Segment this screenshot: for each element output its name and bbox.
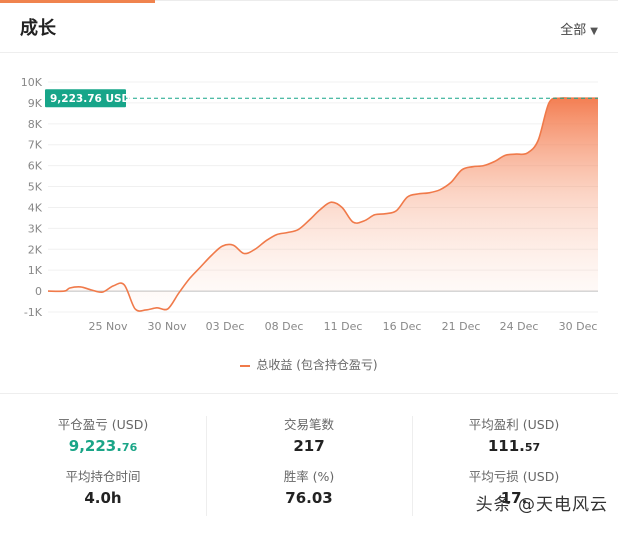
x-tick-label: 30 Nov	[148, 320, 187, 333]
card-header: 成长 全部 ▼	[0, 0, 618, 53]
x-tick-label: 21 Dec	[442, 320, 481, 333]
legend-label: 总收益 (包含持仓盈亏)	[256, 358, 378, 372]
stat-value: 76.03	[285, 489, 333, 507]
stats-separator	[412, 416, 413, 516]
y-tick-label: 1K	[28, 264, 43, 277]
x-tick-label: 16 Dec	[383, 320, 422, 333]
y-tick-label: 5K	[28, 181, 43, 194]
x-tick-label: 11 Dec	[324, 320, 363, 333]
y-tick-label: 7K	[28, 139, 43, 152]
stat-label: 胜率 (%)	[283, 469, 335, 484]
stat-value-main: 111.	[487, 437, 525, 455]
stat-value-decimal: 57	[524, 441, 541, 454]
stat-label: 平均亏损 (USD)	[468, 469, 560, 484]
chart-legend[interactable]: 总收益 (包含持仓盈亏)	[0, 356, 618, 373]
x-tick-label: 08 Dec	[265, 320, 304, 333]
x-tick-label: 24 Dec	[500, 320, 539, 333]
y-tick-label: 2K	[28, 243, 43, 256]
stat-label: 交易笔数	[283, 417, 334, 432]
stat-win-rate: 胜率 (%) 76.03	[209, 466, 409, 507]
stat-closed-pnl: 平仓盈亏 (USD) 9,223.76	[3, 414, 203, 455]
y-tick-label: 8K	[28, 118, 43, 131]
x-tick-label: 03 Dec	[206, 320, 245, 333]
stat-value: 111.57	[414, 437, 614, 455]
y-tick-label: 6K	[28, 160, 43, 173]
y-tick-label: -1K	[24, 306, 43, 319]
x-tick-label: 25 Nov	[89, 320, 128, 333]
stats-separator	[206, 416, 207, 516]
range-dropdown-label: 全部	[560, 23, 587, 38]
stat-label: 平仓盈亏 (USD)	[57, 417, 149, 432]
stat-value-main: 9,223.	[68, 437, 122, 455]
series-area	[48, 97, 598, 312]
stat-label: 平均持仓时间	[65, 469, 141, 484]
y-tick-label: 0	[35, 285, 42, 298]
y-tick-label: 9K	[28, 97, 43, 110]
watermark: 头条 @天电风云	[475, 495, 608, 515]
growth-chart: -1K 0 1K 2K 3K 4K 5K 6K 7K 8K 9K 10K 25 Nov 30 Nov 03…	[21, 76, 598, 333]
stat-label: 平均盈利 (USD)	[468, 417, 560, 432]
legend-swatch	[240, 364, 251, 367]
caret-down-icon: ▼	[590, 26, 598, 37]
stat-avg-hold-time: 平均持仓时间 4.0h	[3, 466, 203, 507]
range-dropdown[interactable]: 全部 ▼	[560, 19, 598, 38]
stats-panel: 平仓盈亏 (USD) 9,223.76 交易笔数 217 平均盈利 (USD) …	[0, 394, 618, 537]
stat-value: 9,223.76	[3, 437, 203, 455]
y-tick-label: 10K	[21, 76, 43, 89]
stat-value-decimal: 76	[121, 441, 138, 454]
x-tick-label: 30 Dec	[559, 320, 598, 333]
stat-avg-profit: 平均盈利 (USD) 111.57	[414, 414, 614, 455]
stat-value: 217	[293, 437, 325, 455]
stat-value: 4.0h	[84, 489, 122, 507]
y-tick-label: 3K	[28, 222, 43, 235]
stat-trade-count: 交易笔数 217	[209, 414, 409, 455]
current-value-label: 9,223.76 USD	[50, 93, 131, 105]
y-tick-label: 4K	[28, 201, 43, 214]
card-title: 成长	[20, 18, 56, 39]
